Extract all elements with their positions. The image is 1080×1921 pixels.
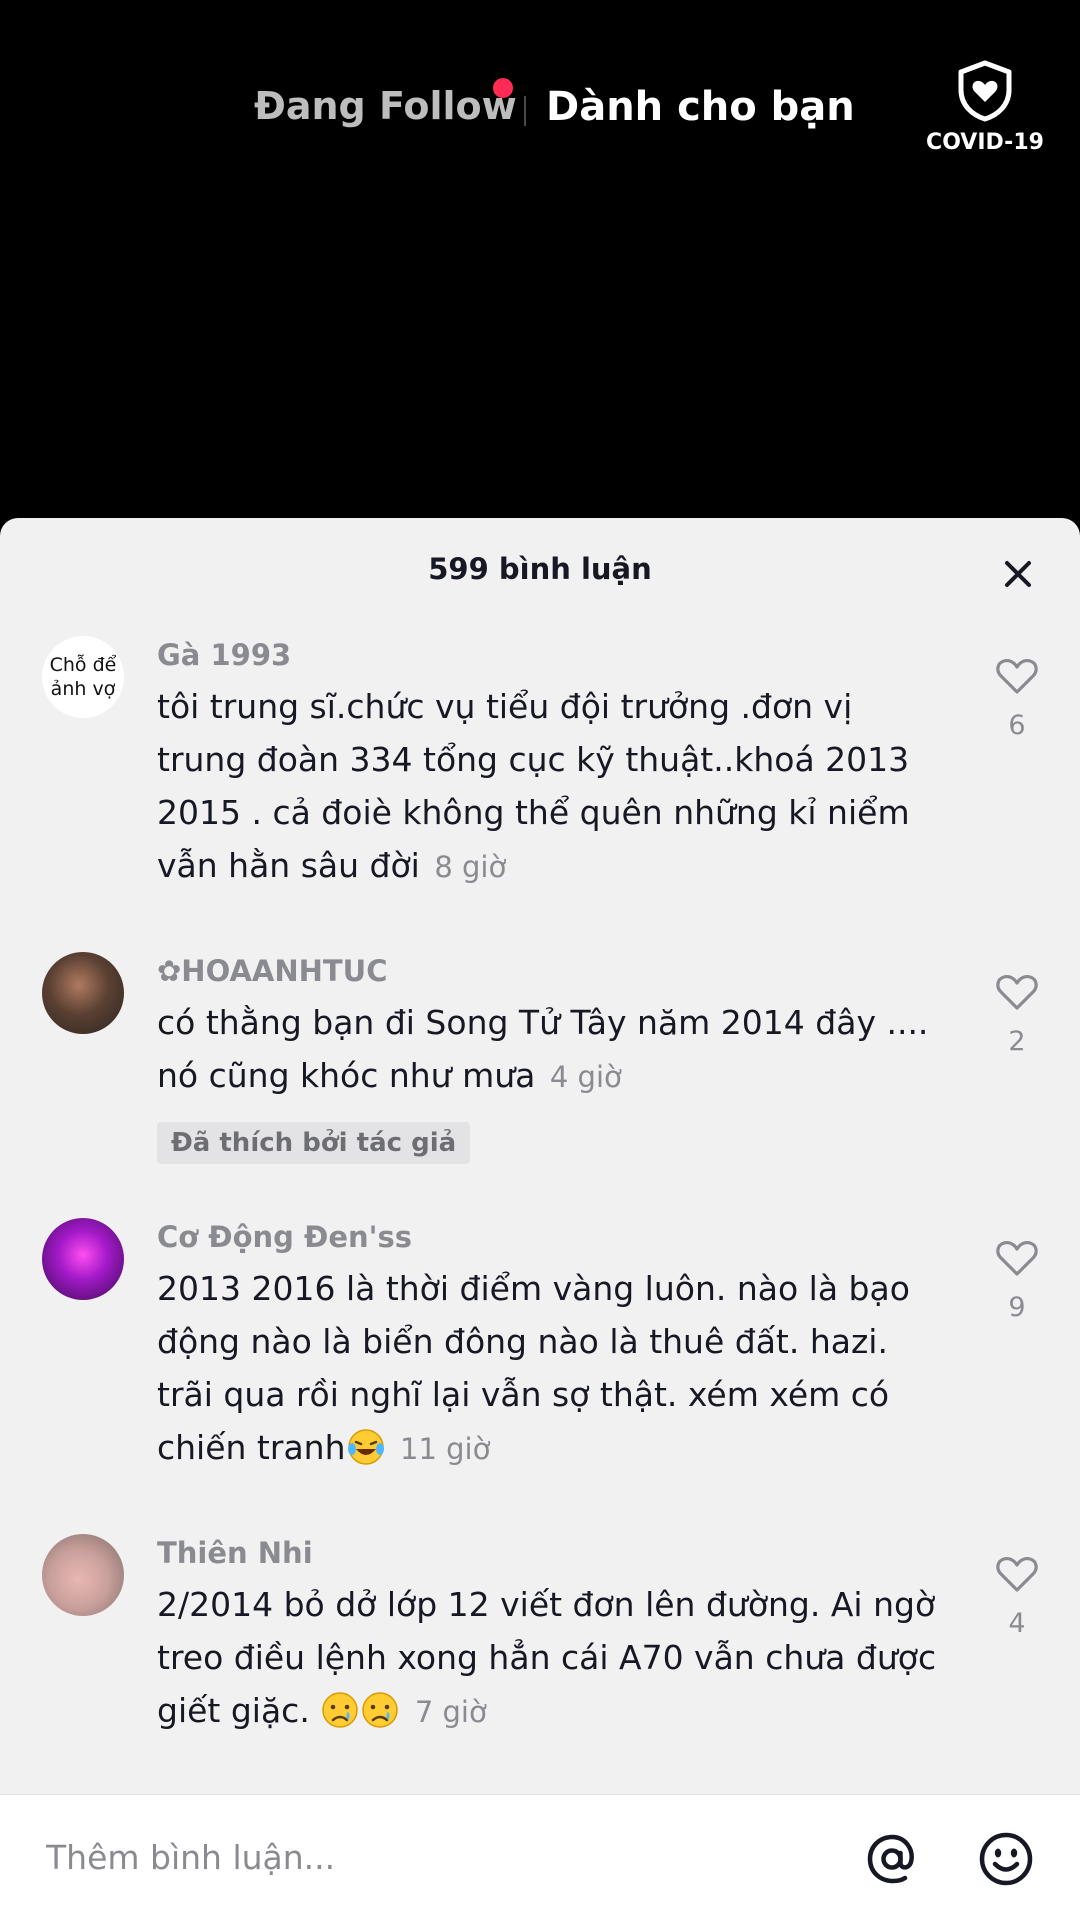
comment-text: có thằng bạn đi Song Tử Tây năm 2014 đây… xyxy=(157,996,947,1104)
close-icon xyxy=(1005,561,1031,587)
comment-text: 2/2014 bỏ dở lớp 12 viết đơn lên đường. … xyxy=(157,1578,947,1739)
like-button[interactable]: 2 xyxy=(992,972,1042,1057)
comment-username[interactable]: Gà 1993 xyxy=(157,638,291,672)
top-navigation: Đang Follow Dành cho bạn COVID-19 xyxy=(0,0,1080,220)
tab-for-you[interactable]: Dành cho bạn xyxy=(546,84,855,130)
crying-emoji-icon xyxy=(322,1692,359,1728)
crying-emoji-icon xyxy=(362,1692,399,1728)
at-sign-icon xyxy=(867,1834,914,1884)
covid-label: COVID-19 xyxy=(926,130,1044,155)
comment-username[interactable]: Thiên Nhi xyxy=(157,1536,313,1570)
avatar[interactable] xyxy=(42,1534,124,1616)
comment-time: 11 giờ xyxy=(400,1432,491,1466)
comment-username[interactable]: Cơ Động Đen'ss xyxy=(157,1220,412,1254)
comment-input-bar xyxy=(0,1794,1080,1921)
like-count: 2 xyxy=(1008,1026,1026,1057)
emoji-button[interactable] xyxy=(976,1829,1036,1889)
heart-outline-icon xyxy=(996,1557,1038,1592)
mention-button[interactable] xyxy=(862,1829,922,1889)
avatar[interactable] xyxy=(42,1218,124,1300)
comment-body: tôi trung sĩ.chức vụ tiểu đội trưởng .đơ… xyxy=(157,687,910,885)
like-button[interactable]: 4 xyxy=(992,1554,1042,1639)
comments-sheet: 599 bình luận Chỗ để ảnh vợ Gà 1993 tôi … xyxy=(0,518,1080,1920)
comment-body: có thằng bạn đi Song Tử Tây năm 2014 đây… xyxy=(157,1003,929,1095)
avatar-caption: Chỗ để ảnh vợ xyxy=(49,654,117,700)
like-count: 6 xyxy=(1008,710,1026,741)
comment-body: 2013 2016 là thời điểm vàng luôn. nào là… xyxy=(157,1269,910,1467)
like-button[interactable]: 6 xyxy=(992,656,1042,741)
avatar[interactable]: Chỗ để ảnh vợ xyxy=(42,636,124,718)
comments-count-title: 599 bình luận xyxy=(428,552,652,586)
heart-outline-icon xyxy=(996,1241,1038,1276)
liked-by-author-badge: Đã thích bởi tác giả xyxy=(157,1122,471,1164)
close-button[interactable] xyxy=(998,554,1038,594)
like-button[interactable]: 9 xyxy=(992,1238,1042,1323)
heart-outline-icon xyxy=(996,659,1038,694)
notification-dot xyxy=(493,78,513,98)
tab-following[interactable]: Đang Follow xyxy=(254,84,517,128)
heart-outline-icon xyxy=(996,975,1038,1010)
like-count: 4 xyxy=(1008,1608,1026,1639)
covid-button[interactable]: COVID-19 xyxy=(920,60,1050,155)
comment-username[interactable]: ✿HOAANHTUC xyxy=(157,954,388,988)
comment-text: tôi trung sĩ.chức vụ tiểu đội trưởng .đơ… xyxy=(157,680,947,894)
smiley-face-icon xyxy=(979,1832,1033,1886)
laughing-tears-emoji-icon xyxy=(347,1429,384,1465)
comment-time: 7 giờ xyxy=(414,1695,487,1729)
shield-heart-icon xyxy=(958,60,1012,122)
comment-time: 8 giờ xyxy=(434,850,507,884)
comment-body: 2/2014 bỏ dở lớp 12 viết đơn lên đường. … xyxy=(157,1585,937,1730)
comment-text: 2013 2016 là thời điểm vàng luôn. nào là… xyxy=(157,1262,947,1476)
tab-divider xyxy=(524,96,526,126)
comment-time: 4 giờ xyxy=(549,1060,622,1094)
add-comment-input[interactable] xyxy=(44,1831,808,1883)
like-count: 9 xyxy=(1008,1292,1026,1323)
avatar[interactable] xyxy=(42,952,124,1034)
